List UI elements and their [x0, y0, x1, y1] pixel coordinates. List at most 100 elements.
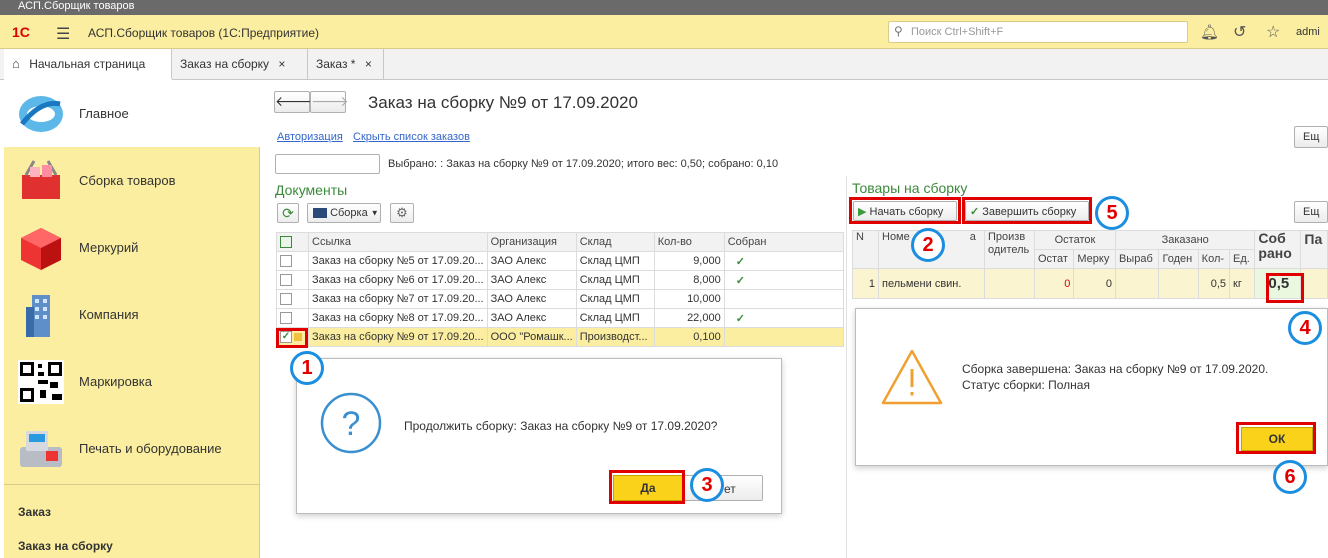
cell-org: ЗАО Алекс [486, 289, 577, 309]
sidebar-item-printing[interactable]: Печать и оборудование [4, 415, 260, 482]
user-name[interactable]: admi [1296, 26, 1320, 38]
cell-link[interactable]: Заказ на сборку №8 от 17.09.20... [308, 308, 488, 328]
checkmark-icon: ✓ [735, 274, 745, 287]
row-checkbox[interactable] [276, 289, 309, 309]
step-marker-5: 5 [1095, 196, 1129, 230]
cell-warehouse: Склад ЦМП [575, 308, 655, 328]
cell-link[interactable]: Заказ на сборку №6 от 17.09.20... [308, 270, 488, 290]
cell-done [723, 327, 845, 347]
cell-warehouse: Склад ЦМП [575, 270, 655, 290]
sidebar-item-mercury[interactable]: Меркурий [4, 214, 260, 281]
cell-org: ЗАО Алекс [486, 308, 577, 328]
cell-merk: 0 [1073, 268, 1116, 299]
settings-button[interactable]: ⚙ [390, 203, 414, 223]
bell-icon[interactable]: 🔔︎ [1200, 23, 1219, 41]
window-title: АСП.Сборщик товаров [18, 0, 135, 12]
documents-table: Ссылка Организация Склад Кол-во Собран З… [276, 232, 845, 347]
no-label: ет [724, 482, 736, 496]
tab-home[interactable]: ⌂ Начальная страница [4, 49, 172, 80]
assembly-dropdown-button[interactable]: Сборка ▼ [307, 203, 381, 223]
col-org[interactable]: Организация [486, 232, 577, 252]
col-warehouse[interactable]: Склад [575, 232, 655, 252]
cell-producer [984, 268, 1035, 299]
highlight-start [849, 197, 961, 224]
col-goden-sub: Годен [1158, 249, 1199, 269]
col-name-label: Номе [882, 231, 910, 244]
col-pa: Па [1300, 230, 1328, 269]
sidebar-item-label: Меркурий [79, 240, 139, 255]
cell-pa [1300, 268, 1328, 299]
col-unit-sub: Ед. [1229, 249, 1256, 269]
sidebar-item-label: Печать и оборудование [79, 441, 222, 456]
sidebar-item-label: Главное [79, 106, 129, 121]
more-button[interactable]: Ещ [1294, 126, 1328, 148]
refresh-button[interactable]: ⟳ [277, 203, 299, 223]
tab-bar: ⌂ Начальная страница Заказ на сборку × З… [0, 49, 1328, 80]
sidebar-item-company[interactable]: Компания [4, 281, 260, 348]
logo-1c[interactable]: 1С [12, 24, 30, 40]
star-icon[interactable]: ☆ [1266, 22, 1280, 42]
more-button[interactable]: Ещ [1294, 201, 1328, 223]
table-row[interactable]: Заказ на сборку №7 от 17.09.20... ЗАО Ал… [276, 289, 845, 309]
col-collected: Соб рано [1254, 230, 1302, 269]
cell-warehouse: Производст... [575, 327, 655, 347]
sidebar: Главное Сборка товаров Меркурий Компания… [4, 80, 260, 558]
highlight-collected [1266, 273, 1304, 303]
row-checkbox[interactable] [276, 270, 309, 290]
table-row[interactable]: Заказ на сборку №6 от 17.09.20... ЗАО Ал… [276, 270, 845, 290]
assembly-label: Сборка [330, 207, 368, 220]
table-row[interactable]: 1 пельмени свин. 0 0 0,5 кг 0,5 [852, 268, 1328, 299]
sidebar-link-order-assembly[interactable]: Заказ на сборку [18, 539, 113, 553]
tab-order-assembly[interactable]: Заказ на сборку × [172, 49, 308, 80]
close-icon[interactable]: × [365, 57, 372, 71]
auth-link[interactable]: Авторизация [277, 131, 343, 143]
info-line2: Статус сборки: Полная [962, 378, 1090, 392]
tab-label: Начальная страница [29, 57, 146, 71]
cell-link[interactable]: Заказ на сборку №9 от 17.09.20... [308, 327, 488, 347]
col-done[interactable]: Собран [723, 232, 845, 252]
select-all-checkbox[interactable] [276, 232, 309, 252]
menu-icon[interactable]: ☰ [56, 24, 70, 44]
table-row-selected[interactable]: ✓ Заказ на сборку №9 от 17.09.20... ООО … [276, 327, 845, 347]
table-row[interactable]: Заказ на сборку №8 от 17.09.20... ЗАО Ал… [276, 308, 845, 328]
basket-icon [22, 160, 60, 199]
search-box[interactable]: ⚲ Поиск Ctrl+Shift+F [888, 21, 1188, 43]
search-input: Поиск Ctrl+Shift+F [911, 26, 1004, 38]
selected-summary: Выбрано: : Заказ на сборку №9 от 17.09.2… [388, 158, 779, 170]
hide-orders-link[interactable]: Скрыть список заказов [353, 131, 470, 143]
chevron-down-icon: ▼ [370, 208, 379, 218]
cell-link[interactable]: Заказ на сборку №7 от 17.09.20... [308, 289, 488, 309]
sidebar-item-label: Маркировка [79, 374, 152, 389]
col-vyrab-sub: Выраб [1114, 249, 1160, 269]
history-icon[interactable]: ↺ [1233, 22, 1246, 42]
table-row[interactable]: Заказ на сборку №5 от 17.09.20... ЗАО Ал… [276, 251, 845, 271]
info-line1: Сборка завершена: Заказ на сборку №9 от … [962, 362, 1269, 376]
forward-button[interactable]: 🡒 [310, 91, 349, 113]
col-rest-sub: Остат [1033, 249, 1075, 269]
sidebar-link-order[interactable]: Заказ [18, 505, 51, 519]
sidebar-item-main[interactable]: Главное [4, 80, 260, 147]
row-checkbox[interactable] [276, 251, 309, 271]
step-marker-6: 6 [1273, 460, 1307, 494]
cell-link[interactable]: Заказ на сборку №5 от 17.09.20... [308, 251, 488, 271]
cell-org: ЗАО Алекс [486, 251, 577, 271]
col-qty[interactable]: Кол-во [653, 232, 725, 252]
sidebar-item-marking[interactable]: Маркировка [4, 348, 260, 415]
checkbox-icon [280, 274, 292, 287]
tab-order[interactable]: Заказ * × [308, 49, 384, 80]
question-icon: ? [320, 392, 382, 454]
search-icon: ⚲ [894, 24, 903, 38]
highlight-finish [962, 197, 1092, 224]
svg-text:?: ? [342, 405, 361, 443]
cell-qty: 8,000 [653, 270, 725, 290]
documents-title: Документы [275, 182, 348, 198]
sidebar-item-assembly[interactable]: Сборка товаров [4, 147, 260, 214]
close-icon[interactable]: × [278, 57, 285, 71]
step-marker-1: 1 [290, 351, 324, 385]
col-link[interactable]: Ссылка [308, 232, 488, 252]
col-qty-sub: Кол- [1197, 249, 1231, 269]
filter-input[interactable] [275, 154, 380, 174]
sidebar-divider [4, 484, 260, 485]
back-button[interactable]: 🡐 [274, 91, 313, 113]
row-checkbox[interactable] [276, 308, 309, 328]
